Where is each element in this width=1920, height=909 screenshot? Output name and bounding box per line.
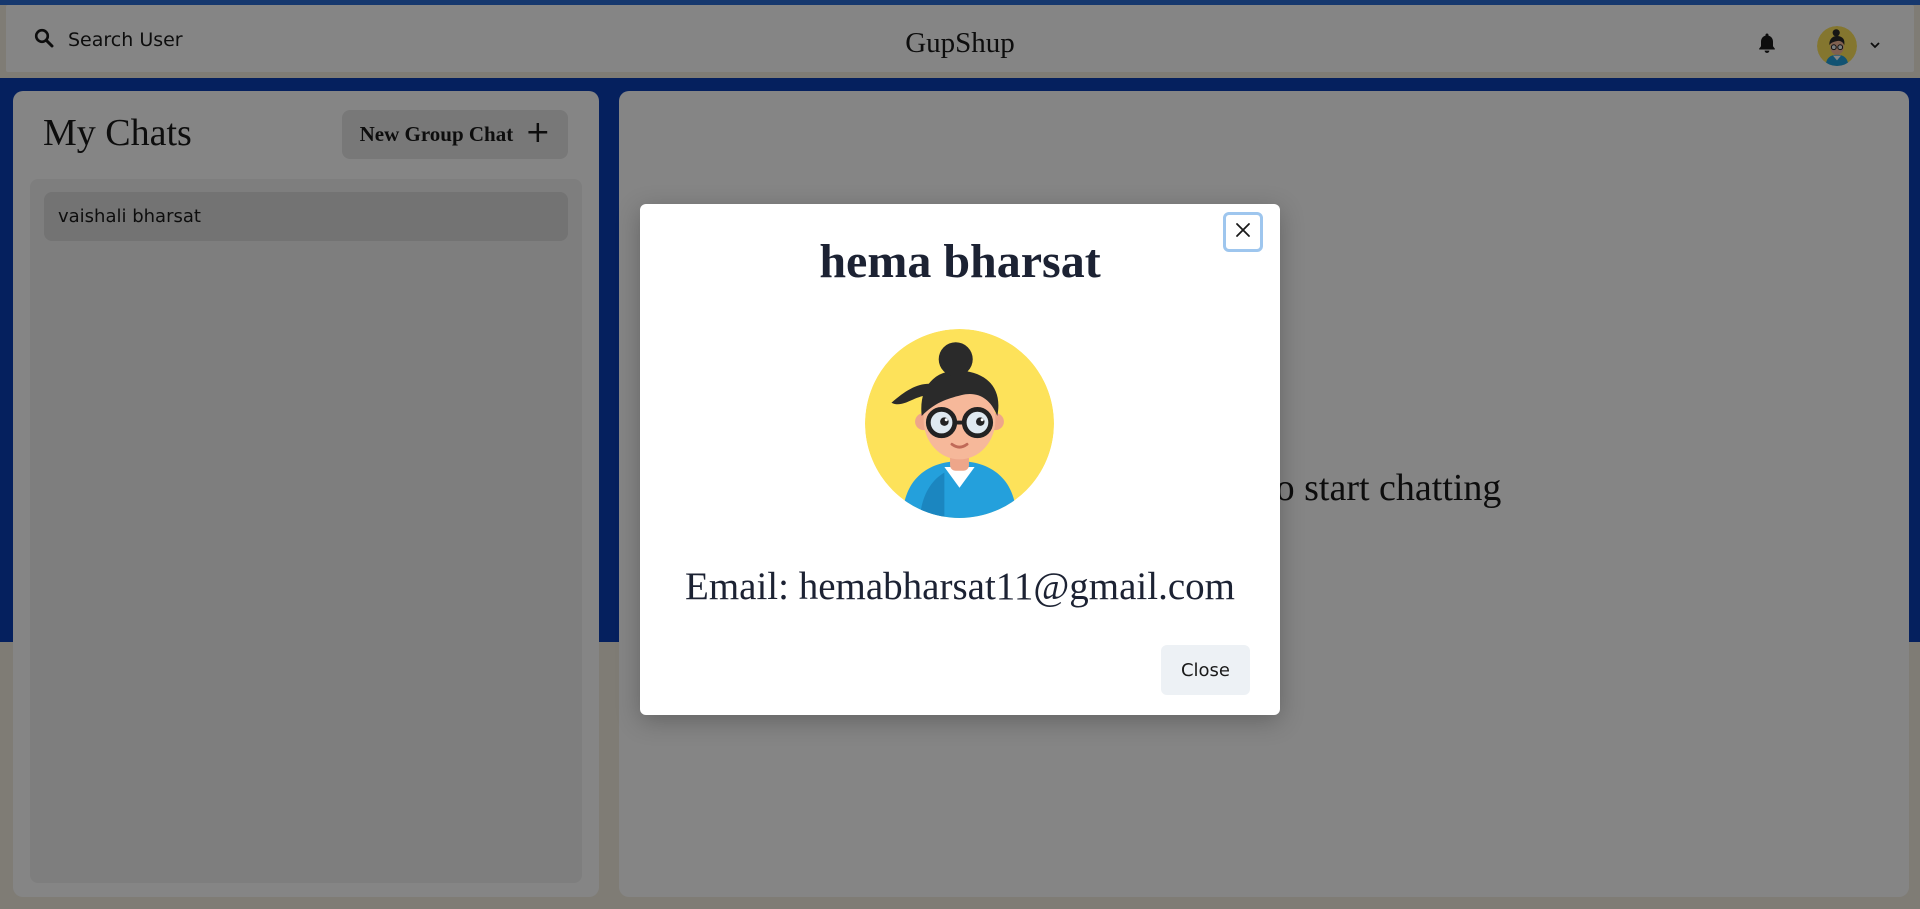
modal-close-x-button[interactable] — [1223, 212, 1263, 252]
profile-avatar — [865, 329, 1054, 518]
modal-title: hema bharsat — [819, 235, 1101, 288]
modal-close-button[interactable]: Close — [1161, 645, 1250, 695]
close-icon — [1235, 222, 1251, 243]
profile-email: Email: hemabharsat11@gmail.com — [685, 565, 1235, 608]
profile-modal: hema bharsat Email: hemabharsat11@gmail.… — [640, 204, 1280, 715]
